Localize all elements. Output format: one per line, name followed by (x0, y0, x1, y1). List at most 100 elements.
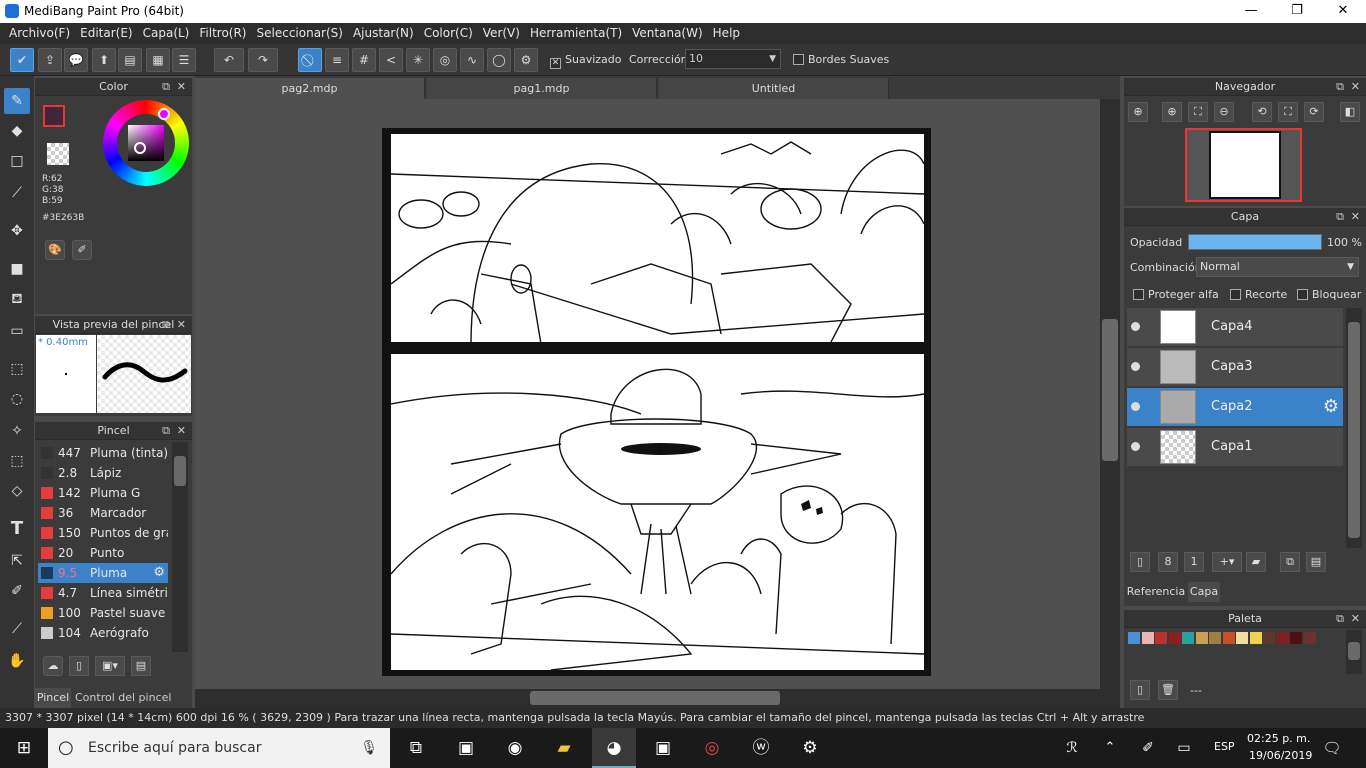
palette-swatch[interactable] (1141, 632, 1154, 644)
visibility-icon[interactable] (1131, 322, 1140, 331)
layer-row-capa3[interactable]: Capa3 (1127, 348, 1343, 387)
search-box[interactable]: ○ Escribe aquí para buscar 🎙 (48, 728, 390, 768)
new-layer-icon[interactable]: ▯ (1130, 552, 1150, 572)
palette-swatch[interactable] (1128, 632, 1140, 644)
palette-swatch[interactable] (1249, 632, 1262, 644)
clock-date[interactable]: 19/06/2019 (1249, 749, 1312, 762)
new-halftone-layer-icon[interactable]: 8 (1158, 552, 1178, 572)
minimize-button[interactable]: — (1228, 0, 1274, 23)
task-view-icon[interactable]: ⧉ (404, 736, 428, 760)
palette-icon[interactable]: 🎨 (45, 240, 65, 260)
operation-tool-icon[interactable]: ⇱ (4, 548, 30, 574)
dot-tool-icon[interactable]: ⟋ (4, 180, 30, 206)
menu-capa[interactable]: Capa(L) (138, 23, 195, 44)
keyboard-icon[interactable]: ▭ (1172, 736, 1196, 760)
layer-list-scrollbar[interactable] (1346, 308, 1362, 548)
ellipse-snap-icon[interactable]: ◯ (487, 48, 511, 72)
brush-item[interactable]: 150 Puntos de gra (38, 523, 168, 543)
popout-icon[interactable]: ⧉ (1336, 610, 1344, 628)
menu-ver[interactable]: Ver(V) (478, 23, 525, 44)
snap-off-icon[interactable]: ⃠ (298, 48, 322, 72)
tab-pag1[interactable]: pag1.mdp (427, 78, 657, 99)
layer-row-capa1[interactable]: Capa1 (1127, 428, 1343, 467)
chevron-up-icon[interactable]: ⌃ (1098, 736, 1122, 760)
palette-swatch[interactable] (1155, 632, 1167, 644)
brush-list-scrollbar[interactable] (172, 442, 188, 652)
tab-capa[interactable]: Capa (1188, 582, 1220, 602)
close-icon[interactable]: ✕ (177, 422, 186, 440)
redo-icon[interactable]: ↷ (248, 48, 278, 72)
menu-ajustar[interactable]: Ajustar(N) (348, 23, 419, 44)
brush-item[interactable]: 2.8 Lápiz (38, 463, 168, 483)
menu-seleccionar[interactable]: Seleccionar(S) (252, 23, 348, 44)
add-layer-menu-icon[interactable]: +▾ (1212, 552, 1242, 572)
brush-tool-icon[interactable]: ✎ (4, 88, 30, 114)
curve-snap-icon[interactable]: ∿ (460, 48, 484, 72)
merge-layer-icon[interactable]: ▤ (1306, 552, 1326, 572)
blend-mode-select[interactable]: Normal ▼ (1196, 257, 1359, 277)
settings-icon[interactable]: ⚙ (798, 736, 822, 760)
menu-filtro[interactable]: Filtro(R) (194, 23, 251, 44)
visibility-icon[interactable] (1131, 402, 1140, 411)
brush-item[interactable]: 142 Pluma G (38, 483, 168, 503)
popout-icon[interactable]: ⧉ (1336, 208, 1344, 226)
text-tool-icon[interactable]: T (4, 516, 30, 542)
brush-item[interactable]: 36 Marcador (38, 503, 168, 523)
close-icon[interactable]: ✕ (1351, 610, 1360, 628)
check-icon[interactable]: ✔ (10, 48, 34, 72)
select-pen-tool-icon[interactable]: ⬚ (4, 448, 30, 474)
circle-snap-icon[interactable]: ◎ (433, 48, 457, 72)
chat-icon[interactable]: 💬 (64, 48, 88, 72)
perspective-snap-icon[interactable]: < (379, 48, 403, 72)
eyedropper-tool-icon[interactable]: ⟋ (4, 616, 30, 642)
transparent-color-swatch[interactable] (47, 143, 69, 165)
palette-swatch[interactable] (1195, 632, 1208, 644)
close-icon[interactable]: ✕ (1351, 78, 1360, 96)
palette-swatch[interactable] (1276, 632, 1289, 644)
file-explorer-icon[interactable]: ▰ (552, 736, 576, 760)
clock-time[interactable]: 02:25 p. m. (1247, 732, 1310, 745)
lock-check[interactable]: Bloquear (1297, 288, 1361, 301)
hue-handle[interactable] (158, 108, 170, 120)
navigator-viewport[interactable] (1185, 128, 1302, 202)
color-picker-handle[interactable] (134, 142, 146, 154)
move-tool-icon[interactable]: ✥ (4, 218, 30, 244)
document-icon[interactable]: ▤ (118, 48, 142, 72)
palette-swatch[interactable] (1290, 632, 1302, 644)
correccion-select[interactable]: 10 ▼ (685, 49, 781, 69)
brush-item[interactable]: 9.5 Pluma ⚙ (38, 563, 168, 583)
popout-icon[interactable]: ⧉ (162, 78, 170, 96)
pen-icon[interactable]: ✐ (1136, 736, 1160, 760)
gear-icon[interactable]: ⚙ (153, 563, 165, 583)
maximize-button[interactable]: ❐ (1274, 0, 1320, 23)
canvas-horizontal-scrollbar[interactable] (195, 689, 1120, 708)
bordes-check[interactable]: Bordes Suaves (793, 53, 889, 66)
word-app-icon[interactable]: ⓦ (749, 736, 773, 760)
undo-icon[interactable]: ↶ (214, 48, 244, 72)
close-icon[interactable]: ✕ (1351, 208, 1360, 226)
color-wheel[interactable] (103, 100, 189, 186)
tab-untitled[interactable]: Untitled (659, 78, 889, 99)
zoom-out-icon[interactable]: ⊖ (1214, 102, 1234, 122)
rotate-left-icon[interactable]: ⟲ (1252, 102, 1272, 122)
foreground-color-swatch[interactable] (43, 105, 65, 127)
divide-tool-icon[interactable]: ✐ (4, 578, 30, 604)
palette-swatch[interactable] (1222, 632, 1235, 644)
palette-swatch[interactable] (1303, 632, 1316, 644)
windows-start-icon[interactable]: ⊞ (12, 736, 36, 760)
select-rect-tool-icon[interactable]: ⬚ (4, 356, 30, 382)
gradient-tool-icon[interactable]: ▭ (4, 318, 30, 344)
scrollbar-thumb[interactable] (1348, 642, 1360, 660)
palette-swatch[interactable] (1236, 632, 1248, 644)
gear-icon[interactable]: ⚙ (1323, 396, 1339, 417)
lasso-tool-icon[interactable]: ◌ (4, 386, 30, 412)
brush-settings-icon[interactable]: ▤ (131, 656, 151, 676)
new-1bit-layer-icon[interactable]: 1 (1184, 552, 1204, 572)
menu-editar[interactable]: Editar(E) (75, 23, 137, 44)
opacity-slider[interactable] (1188, 234, 1322, 250)
list-icon[interactable]: ☰ (172, 48, 196, 72)
scrollbar-thumb[interactable] (530, 691, 780, 705)
scrollbar-thumb[interactable] (174, 456, 186, 486)
python-app-icon[interactable]: ▣ (651, 736, 675, 760)
python-app-icon[interactable]: ▣ (454, 736, 478, 760)
